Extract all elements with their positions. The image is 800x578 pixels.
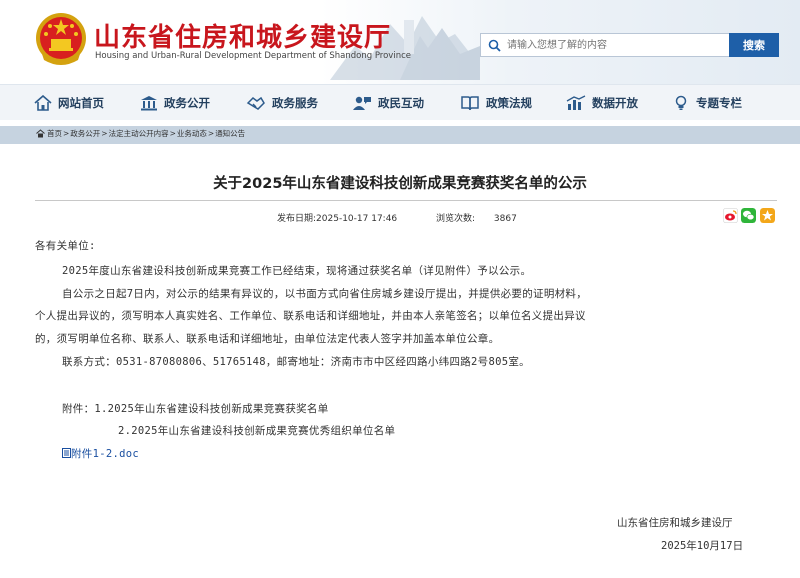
attachment-link[interactable]: 附件1-2.doc (71, 448, 139, 460)
attachment-list: 附件：1.2025年山东省建设科技创新成果竞赛获奖名单 (62, 401, 800, 416)
breadcrumb-notices[interactable]: 通知公告 (215, 128, 245, 139)
nav-label: 网站首页 (58, 96, 104, 110)
site-subtitle: Housing and Urban-Rural Development Depa… (95, 51, 411, 61)
attachments-label: 附件： (62, 403, 95, 415)
breadcrumb-gov-affairs[interactable]: 政务公开 (70, 128, 100, 139)
article-title: 关于2025年山东省建设科技创新成果竞赛获奖名单的公示 (213, 176, 587, 192)
favorite-star-icon[interactable] (760, 208, 775, 223)
nav-label: 政策法规 (486, 96, 532, 110)
breadcrumb-home[interactable]: 首页 (47, 128, 62, 139)
nav-label: 数据开放 (592, 96, 638, 110)
nav-label: 政务公开 (164, 96, 210, 110)
nav-label: 专题专栏 (696, 96, 742, 110)
paragraph-2-line-1: 自公示之日起7日内，对公示的结果有异议的，以书面方式向省住房城乡建设厅提出，并提… (62, 288, 588, 300)
nav-item-gov-affairs[interactable]: 政务公开 (140, 85, 210, 121)
paragraph-2-line-2: 个人提出异议的，须写明本人真实姓名、工作单位、联系电话和详细地址，并由本人亲笔签… (35, 310, 586, 322)
main-nav: 网站首页 政务公开 政务服务 政民互动 政策法规 数据开放 专题专栏 (0, 84, 800, 120)
paragraph-2-line-3: 的，须写明单位名称、联系人、联系电话和详细地址，由单位法定代表人签字并加盖本单位… (35, 333, 500, 345)
views-value: 3867 (493, 214, 517, 224)
bulb-icon (675, 95, 687, 110)
site-title[interactable]: 山东省住房和城乡建设厅 (94, 17, 391, 54)
chart-icon (566, 95, 586, 110)
search-icon (481, 34, 507, 56)
salutation: 各有关单位: (35, 240, 96, 252)
file-download[interactable]: 附件1-2.doc (62, 446, 800, 461)
weibo-share-icon[interactable] (723, 208, 738, 223)
breadcrumb: 首页 > 政务公开 > 法定主动公开内容 > 业务动态 > 通知公告 (36, 128, 245, 139)
nav-item-special-topics[interactable]: 专题专栏 (672, 85, 742, 121)
search-box (480, 33, 730, 57)
search-input[interactable] (507, 35, 729, 55)
contact-info: 联系方式：0531-87080806、51765148，邮寄地址：济南市市中区经… (62, 356, 530, 368)
site-header: 山东省住房和城乡建设厅 Housing and Urban-Rural Deve… (0, 0, 800, 84)
signature-org: 山东省住房和城乡建设厅 (617, 517, 733, 529)
wechat-share-icon[interactable] (741, 208, 756, 223)
home-icon (36, 129, 45, 138)
home-icon (34, 95, 52, 111)
publish-date: 发布日期:2025-10-17 17:46 (277, 211, 397, 224)
nav-item-open-data[interactable]: 数据开放 (566, 85, 638, 121)
signature-date: 2025年10月17日 (661, 540, 744, 552)
nav-item-policy[interactable]: 政策法规 (460, 85, 532, 121)
search-button[interactable]: 搜索 (729, 33, 779, 57)
breadcrumb-separator: > (207, 129, 215, 138)
breadcrumb-statutory-content[interactable]: 法定主动公开内容 (109, 128, 169, 139)
publish-label: 发布日期: (277, 214, 317, 224)
views-label: 浏览次数: (436, 214, 476, 224)
breadcrumb-bar: 首页 > 政务公开 > 法定主动公开内容 > 业务动态 > 通知公告 (0, 126, 800, 144)
attachment-item-2: 2.2025年山东省建设科技创新成果竞赛优秀组织单位名单 (118, 425, 396, 437)
book-icon (461, 96, 479, 111)
breadcrumb-business-news[interactable]: 业务动态 (177, 128, 207, 139)
breadcrumb-separator: > (169, 129, 176, 138)
view-count: 浏览次数: 3867 (436, 211, 517, 224)
divider (35, 200, 777, 201)
building-icon (141, 96, 157, 111)
nav-item-gov-services[interactable]: 政务服务 (246, 85, 318, 121)
publish-value: 2025-10-17 17:46 (316, 214, 398, 224)
nav-label: 政务服务 (272, 96, 318, 110)
breadcrumb-separator: > (63, 129, 70, 138)
handshake-icon (246, 96, 265, 110)
paragraph-1: 2025年度山东省建设科技创新成果竞赛工作已经结束，现将通过获奖名单（详见附件）… (62, 265, 532, 277)
nav-label: 政民互动 (378, 96, 424, 110)
breadcrumb-separator: > (101, 129, 108, 138)
attachment-item-1: 1.2025年山东省建设科技创新成果竞赛获奖名单 (94, 403, 329, 415)
nav-item-home[interactable]: 网站首页 (34, 85, 104, 121)
doc-file-icon (62, 448, 71, 458)
user-chat-icon (353, 96, 371, 110)
nav-item-interaction[interactable]: 政民互动 (352, 85, 424, 121)
national-emblem-icon (36, 13, 86, 65)
